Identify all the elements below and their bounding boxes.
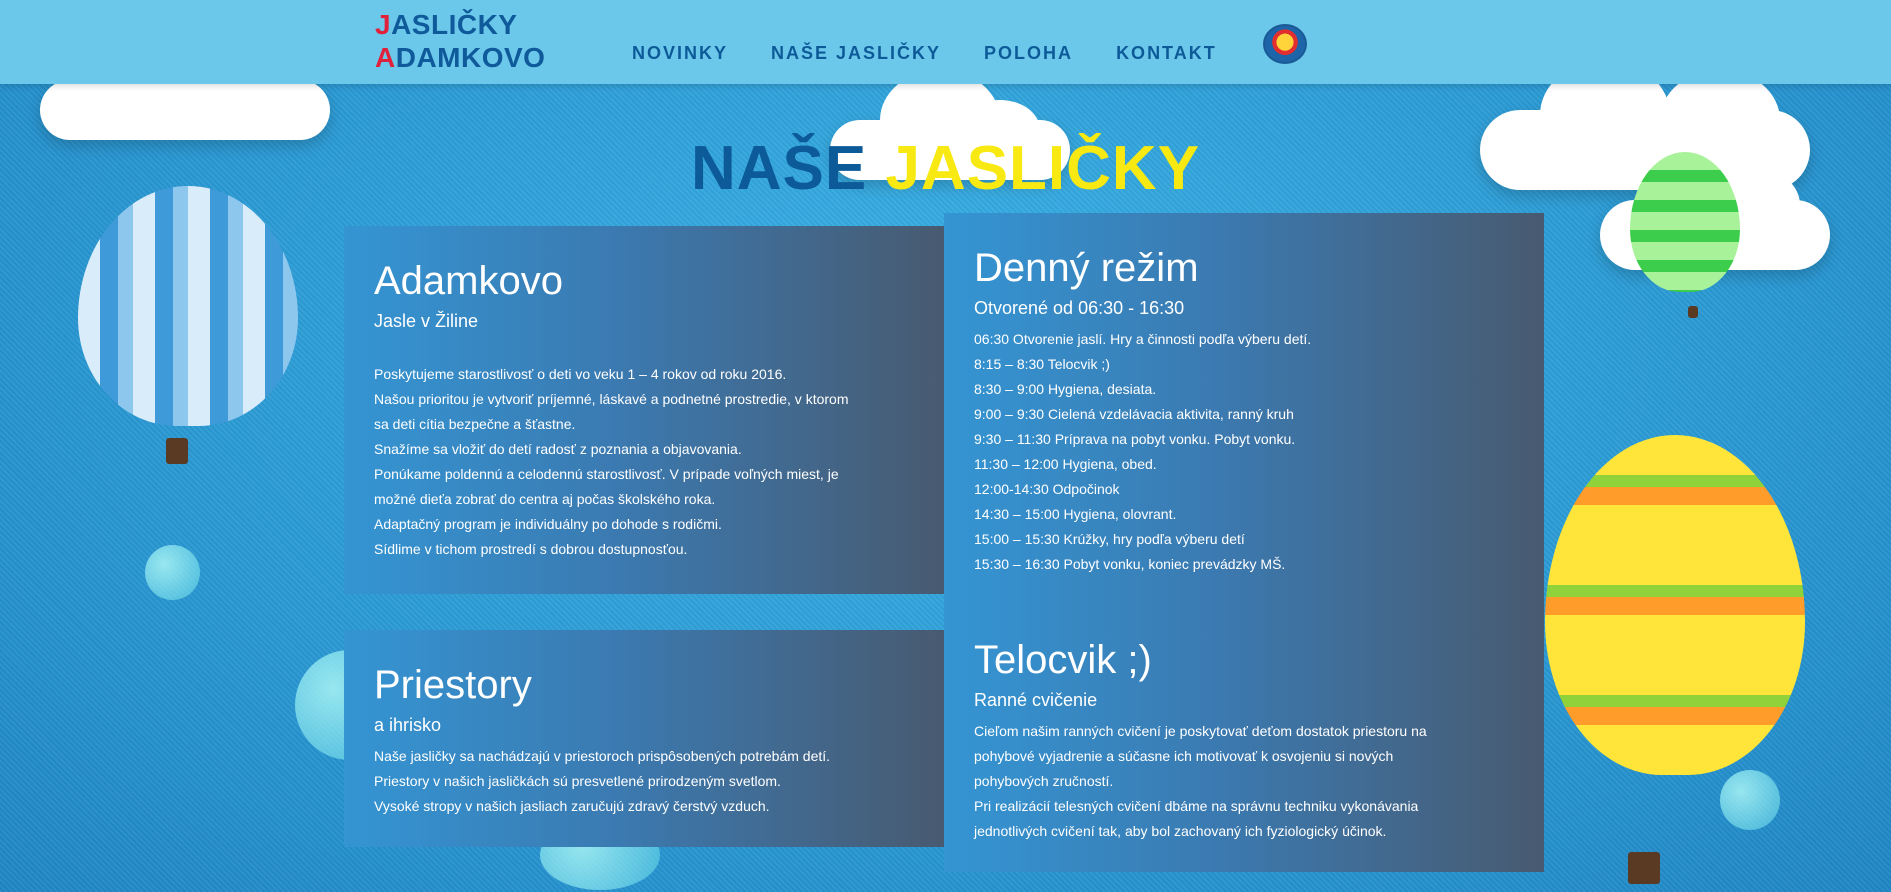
schedule-line: 11:30 – 12:00 Hygiena, obed. [974,456,1157,472]
nav-item-novinky[interactable]: NOVINKY [632,43,728,64]
bubble-decoration [1720,770,1780,830]
panel-text-line: Ponúkame poldennú a celodennú starostliv… [374,466,839,482]
panel-text-line: jednotlivých cvičení tak, aby bol zachov… [974,823,1387,839]
panel-text-line: Našou prioritou je vytvoriť príjemné, lá… [374,391,849,407]
hot-air-balloon-icon [1545,435,1805,775]
panel-subheading: Otvorené od 06:30 - 16:30 [974,298,1185,318]
balloon-basket-icon [1628,852,1660,884]
panel-subheading: Jasle v Žiline [374,311,479,331]
schedule-line: 15:00 – 15:30 Krúžky, hry podľa výberu d… [974,531,1245,547]
panel-text-line: Cieľom našim ranných cvičení je poskytov… [974,723,1427,739]
panel-text-line: Priestory v našich jasličkách sú presvet… [374,773,781,789]
schedule-line: 06:30 Otvorenie jaslí. Hry a činnosti po… [974,331,1312,347]
panel-denny-rezim: Denný režim Otvorené od 06:30 - 16:30 06… [944,213,1544,605]
schedule-line: 15:30 – 16:30 Pobyt vonku, koniec prevád… [974,556,1286,572]
balloon-basket-icon [1688,306,1698,318]
panel-priestory: Priestory a ihrisko Naše jasličky sa nac… [344,630,944,847]
panel-text-line: Pri realizácií telesných cvičení dbáme n… [974,798,1419,814]
schedule-line: 9:00 – 9:30 Cielená vzdelávacia aktivita… [974,406,1294,422]
mascot-icon[interactable] [1263,24,1307,64]
nav-item-nase-jaslicky[interactable]: NAŠE JASLIČKY [771,43,941,64]
logo-initial-j: J [375,9,392,40]
schedule-line: 8:15 – 8:30 Telocvik ;) [974,356,1110,372]
site-header: JASLIČKY ADAMKOVO NOVINKY NAŠE JASLIČKY … [0,0,1891,84]
site-logo[interactable]: JASLIČKY ADAMKOVO [375,8,545,74]
panel-text-line: možné dieťa zobrať do centra aj počas šk… [374,491,716,507]
panel-heading: Telocvik ;) [974,638,1152,682]
panel-text-line: Vysoké stropy v našich jasliach zaručujú… [374,798,770,814]
main-nav: NOVINKY NAŠE JASLIČKY POLOHA KONTAKT [632,43,1260,64]
panel-subheading: Ranné cvičenie [974,690,1098,710]
panel-text-line: Adaptačný program je individuálny po doh… [374,516,722,532]
panel-subheading: a ihrisko [374,715,442,735]
logo-text-line1: ASLIČKY [391,9,518,40]
cloud-decoration [40,40,330,140]
nav-item-kontakt[interactable]: KONTAKT [1116,43,1217,64]
schedule-line: 8:30 – 9:00 Hygiena, desiata. [974,381,1157,397]
panel-adamkovo: Adamkovo Jasle v Žiline Poskytujeme star… [344,226,944,594]
panel-heading: Adamkovo [374,259,563,303]
schedule-line: 14:30 – 15:00 Hygiena, olovrant. [974,506,1177,522]
panel-text-line: pohybových zručností. [974,773,1114,789]
panel-text-line: Snažíme sa vložiť do detí radosť z pozna… [374,441,742,457]
panel-text-line: pohybové vyjadrenie a súčasne ich motivo… [974,748,1394,764]
bubble-decoration [145,545,200,600]
panel-text-line: Naše jasličky sa nachádzajú v priestoroc… [374,748,831,764]
schedule-line: 9:30 – 11:30 Príprava na pobyt vonku. Po… [974,431,1296,447]
panel-text-line: sa deti cítia bezpečne a šťastne. [374,416,576,432]
panel-heading: Denný režim [974,246,1199,290]
page-title: NAŠE JASLIČKY [0,133,1891,204]
panel-text-line: Sídlime v tichom prostredí s dobrou dost… [374,541,688,557]
balloon-basket-icon [166,438,188,464]
page-title-accent: JASLIČKY [885,134,1201,203]
hot-air-balloon-icon [78,186,298,426]
page-title-main: NAŠE [690,134,868,203]
logo-initial-a: A [375,42,396,73]
schedule-line: 12:00-14:30 Odpočinok [974,481,1120,497]
nav-item-poloha[interactable]: POLOHA [984,43,1073,64]
panel-text-line: Poskytujeme starostlivosť o deti vo veku… [374,366,787,382]
panel-heading: Priestory [374,663,532,707]
logo-text-line2: DAMKOVO [395,42,546,73]
panel-telocvik: Telocvik ;) Ranné cvičenie Cieľom našim … [944,605,1544,872]
